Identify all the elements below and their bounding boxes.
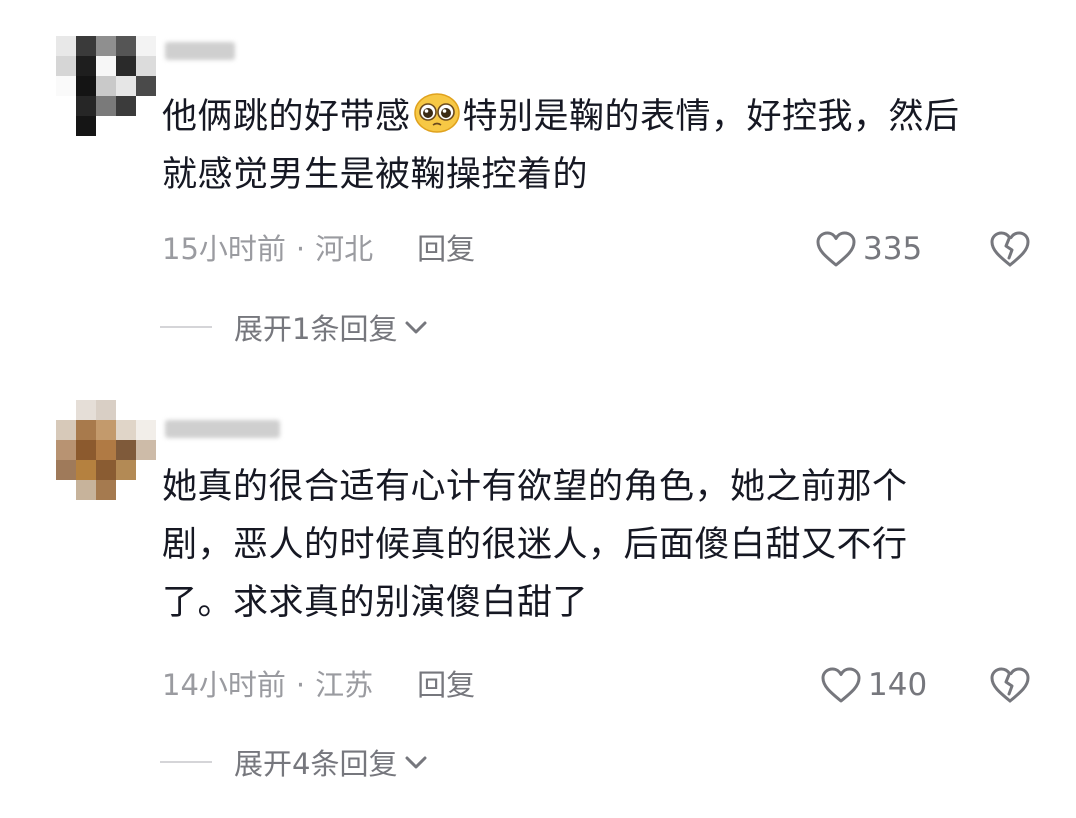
like-count: 140 — [868, 667, 928, 703]
expand-replies-label: 展开4条回复 — [234, 747, 398, 781]
comment-text: 她真的很合适有心计有欲望的角色，她之前那个 剧，恶人的时候真的很迷人，后面傻白甜… — [162, 458, 1042, 632]
heart-outline-icon — [816, 231, 856, 267]
comment-meta: 15小时前 · 河北 回复 — [162, 229, 475, 269]
heart-outline-icon — [821, 667, 861, 703]
reply-button[interactable]: 回复 — [417, 668, 475, 702]
comment-time: 14小时前 — [162, 668, 286, 702]
comment-text-line: 就感觉男生是被鞠操控着的 — [162, 155, 589, 195]
chevron-down-icon — [405, 756, 427, 769]
like-count: 335 — [863, 231, 923, 267]
username-blurred[interactable] — [165, 420, 280, 438]
broken-heart-icon[interactable] — [988, 665, 1032, 705]
expand-replies-label: 展开1条回复 — [234, 312, 398, 346]
broken-heart-icon[interactable] — [988, 229, 1032, 269]
pleading-face-emoji — [413, 93, 460, 133]
divider-line — [160, 761, 212, 763]
like-button[interactable]: 140 — [820, 665, 927, 705]
comment-location: 江苏 — [315, 668, 374, 702]
comment-text-line: 他俩跳的好带感 — [162, 97, 411, 137]
avatar[interactable] — [56, 400, 156, 500]
comment-text-line: 了。求求真的别演傻白甜了 — [162, 583, 589, 623]
comment-meta: 14小时前 · 江苏 回复 — [162, 665, 475, 705]
expand-replies-button[interactable]: 展开4条回复 — [160, 742, 429, 782]
meta-separator: · — [295, 232, 306, 266]
chevron-down-icon — [405, 321, 427, 334]
comment-time: 15小时前 — [162, 232, 286, 266]
comment-location: 河北 — [315, 232, 374, 266]
avatar[interactable] — [56, 36, 156, 136]
comment-text-line: 她真的很合适有心计有欲望的角色，她之前那个 — [162, 467, 908, 507]
comment-text: 他俩跳的好带感 特别是鞠的表情，好控我，然后 就感觉男生是被鞠操控着的 — [162, 88, 1042, 204]
like-button[interactable]: 335 — [815, 229, 922, 269]
username-blurred[interactable] — [165, 42, 235, 60]
comment-text-line: 特别是鞠的表情，好控我，然后 — [462, 97, 960, 137]
meta-separator: · — [295, 668, 306, 702]
expand-replies-button[interactable]: 展开1条回复 — [160, 307, 429, 347]
reply-button[interactable]: 回复 — [417, 232, 475, 266]
divider-line — [160, 326, 212, 328]
comment-text-line: 剧，恶人的时候真的很迷人，后面傻白甜又不行 — [162, 525, 908, 565]
